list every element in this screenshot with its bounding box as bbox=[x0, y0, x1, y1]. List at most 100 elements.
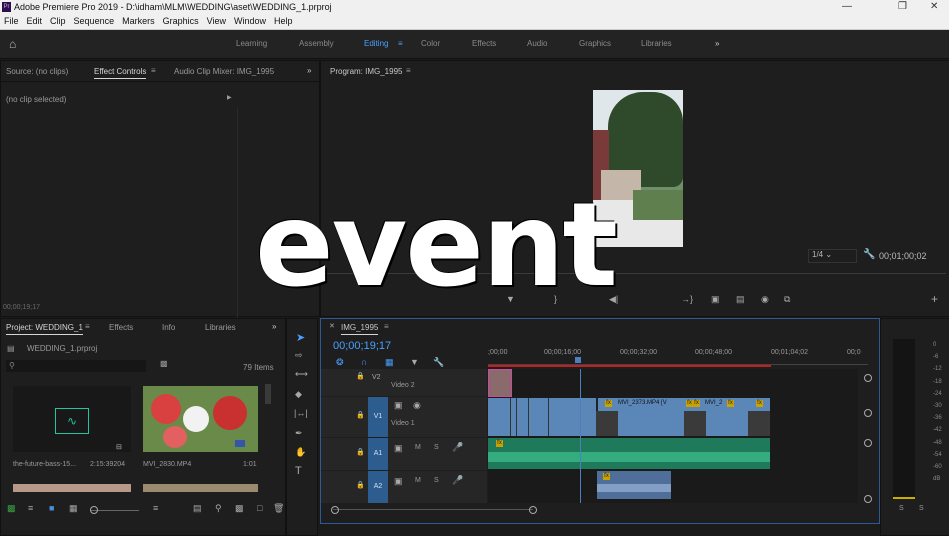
project-item-thumb-partial[interactable] bbox=[143, 484, 258, 492]
menu-file[interactable]: File bbox=[0, 15, 23, 26]
solo-left-button[interactable]: S bbox=[899, 505, 904, 512]
track-select-tool-icon[interactable]: ⇨ bbox=[295, 350, 303, 361]
tab-source[interactable]: Source: (no clips) bbox=[6, 67, 68, 76]
export-frame-camera-icon[interactable]: ◉ bbox=[761, 294, 769, 305]
lock-track-icon[interactable]: 🔒 bbox=[356, 372, 365, 380]
tab-effect-controls[interactable]: Effect Controls bbox=[94, 67, 147, 79]
tab-audio-clip-mixer[interactable]: Audio Clip Mixer: IMG_1995 bbox=[174, 67, 274, 76]
home-icon[interactable]: ⌂ bbox=[9, 37, 16, 51]
new-bin-bottom-icon[interactable]: ▩ bbox=[235, 503, 244, 514]
lock-track-icon[interactable]: 🔒 bbox=[356, 448, 365, 456]
list-view-icon[interactable]: ≡ bbox=[28, 503, 33, 513]
compare-view-icon[interactable]: ⧉ bbox=[784, 294, 790, 305]
menu-help[interactable]: Help bbox=[270, 15, 297, 26]
solo-button[interactable]: S bbox=[434, 477, 439, 484]
tab-effects[interactable]: Effects bbox=[109, 323, 133, 332]
more-workspaces-icon[interactable]: » bbox=[715, 39, 719, 48]
vscroll-handle[interactable] bbox=[864, 409, 872, 417]
clear-icon[interactable]: 🗑 bbox=[273, 503, 284, 514]
close-sequence-icon[interactable]: ✕ bbox=[329, 322, 335, 330]
expand-tabs-icon[interactable]: » bbox=[307, 66, 311, 75]
add-marker-timeline-icon[interactable]: ▼ bbox=[410, 357, 419, 367]
go-to-out-icon[interactable]: →} bbox=[681, 294, 693, 304]
toggle-sync-lock-icon[interactable]: ▣ bbox=[394, 400, 403, 411]
razor-tool-icon[interactable]: ◆ bbox=[295, 389, 302, 400]
type-tool-icon[interactable]: T bbox=[295, 465, 302, 477]
workspace-assembly[interactable]: Assembly bbox=[299, 39, 334, 48]
menu-graphics[interactable]: Graphics bbox=[159, 15, 203, 26]
panel-menu-icon[interactable]: ≡ bbox=[151, 66, 156, 75]
v2-clip[interactable] bbox=[488, 369, 512, 397]
play-triangle-icon[interactable]: ▶ bbox=[227, 94, 232, 101]
sort-icon[interactable]: ≡ bbox=[153, 503, 158, 513]
a2-audio-clip[interactable]: fx bbox=[597, 471, 671, 499]
automate-icon[interactable]: ▤ bbox=[193, 503, 202, 514]
workspace-learning[interactable]: Learning bbox=[236, 39, 267, 48]
selection-tool-icon[interactable]: ➤ bbox=[296, 331, 305, 344]
toggle-sync-lock-icon[interactable]: ▣ bbox=[394, 443, 403, 454]
eye-icon[interactable]: ◉ bbox=[413, 400, 421, 411]
lock-track-icon[interactable]: 🔒 bbox=[356, 411, 365, 419]
zoom-slider-handle[interactable] bbox=[90, 506, 98, 514]
workspace-graphics[interactable]: Graphics bbox=[579, 39, 611, 48]
zoom-select[interactable]: 1/4 ⌄ bbox=[808, 249, 857, 263]
restore-icon[interactable]: ❐ bbox=[898, 1, 907, 12]
nest-icon[interactable]: ❂ bbox=[336, 357, 344, 368]
timeline-settings-icon[interactable]: 🔧 bbox=[433, 357, 444, 368]
playhead-line[interactable] bbox=[580, 369, 581, 503]
zoom-slider[interactable] bbox=[91, 510, 139, 511]
lock-track-icon[interactable]: 🔒 bbox=[356, 481, 365, 489]
vscroll-handle[interactable] bbox=[864, 439, 872, 447]
extract-icon[interactable]: ▤ bbox=[736, 294, 745, 305]
project-menu-icon[interactable]: ≡ bbox=[85, 322, 90, 331]
workspace-effects[interactable]: Effects bbox=[472, 39, 496, 48]
project-search-input[interactable]: ⚲ bbox=[6, 360, 146, 372]
mute-button[interactable]: M bbox=[415, 444, 421, 451]
ripple-edit-tool-icon[interactable]: ⟷ bbox=[295, 369, 308, 380]
menu-clip[interactable]: Clip bbox=[46, 15, 70, 26]
timeline-timecode[interactable]: 00;00;19;17 bbox=[333, 340, 391, 352]
lift-icon[interactable]: ▣ bbox=[711, 294, 720, 305]
hscroll-handle-right[interactable] bbox=[529, 506, 537, 514]
track-target-a1[interactable]: A1 bbox=[368, 438, 388, 470]
icon-view-icon[interactable]: ■ bbox=[49, 503, 54, 513]
menu-view[interactable]: View bbox=[203, 15, 230, 26]
project-item-thumb-partial[interactable] bbox=[13, 484, 131, 492]
project-item-audio-thumb[interactable]: ∿ ⊟ bbox=[13, 386, 131, 452]
project-scrollbar[interactable] bbox=[265, 384, 271, 404]
sequence-menu-icon[interactable]: ≡ bbox=[384, 322, 389, 331]
tab-program[interactable]: Program: IMG_1995 bbox=[330, 67, 402, 76]
v1-clip[interactable]: fx MVI_2373.MP4 [V fx fx MVI_2 fx fx bbox=[488, 398, 770, 436]
workspace-menu-icon[interactable]: ≡ bbox=[398, 39, 403, 48]
track-id[interactable]: V2 bbox=[372, 374, 381, 381]
linked-selection-icon[interactable]: ▦ bbox=[385, 357, 394, 368]
button-editor-plus-icon[interactable]: + bbox=[931, 292, 938, 306]
hand-tool-icon[interactable]: ✋ bbox=[295, 447, 306, 458]
tab-sequence[interactable]: IMG_1995 bbox=[341, 323, 379, 335]
slip-tool-icon[interactable]: |↔| bbox=[294, 408, 308, 418]
minimize-icon[interactable]: — bbox=[842, 1, 852, 12]
new-bin-icon[interactable]: ▩ bbox=[160, 359, 168, 368]
voice-over-mic-icon[interactable]: 🎤 bbox=[452, 475, 463, 486]
vscroll-handle[interactable] bbox=[864, 495, 872, 503]
hscroll-bar[interactable] bbox=[333, 509, 533, 510]
tab-project[interactable]: Project: WEDDING_1 bbox=[6, 323, 83, 335]
workspace-editing[interactable]: Editing bbox=[364, 39, 388, 48]
project-item-video-thumb[interactable] bbox=[143, 386, 258, 452]
timeline-tracks[interactable]: fx MVI_2373.MP4 [V fx fx MVI_2 fx fx fx … bbox=[488, 369, 858, 503]
pen-tool-icon[interactable]: ✒ bbox=[295, 428, 303, 439]
a1-audio-clip[interactable]: fx bbox=[488, 438, 770, 469]
toggle-sync-lock-icon[interactable]: ▣ bbox=[394, 476, 403, 487]
hscroll-handle-left[interactable] bbox=[331, 506, 339, 514]
snap-icon[interactable]: ∩ bbox=[361, 357, 367, 367]
freeform-view-icon[interactable]: ▦ bbox=[69, 503, 78, 514]
program-menu-icon[interactable]: ≡ bbox=[406, 66, 411, 75]
solo-button[interactable]: S bbox=[434, 444, 439, 451]
vscroll-handle[interactable] bbox=[864, 374, 872, 382]
track-target-v1[interactable]: V1 bbox=[368, 397, 388, 437]
solo-right-button[interactable]: S bbox=[919, 505, 924, 512]
new-item-icon[interactable]: □ bbox=[257, 503, 262, 513]
voice-over-mic-icon[interactable]: 🎤 bbox=[452, 442, 463, 453]
menu-markers[interactable]: Markers bbox=[118, 15, 159, 26]
workspace-audio[interactable]: Audio bbox=[527, 39, 547, 48]
